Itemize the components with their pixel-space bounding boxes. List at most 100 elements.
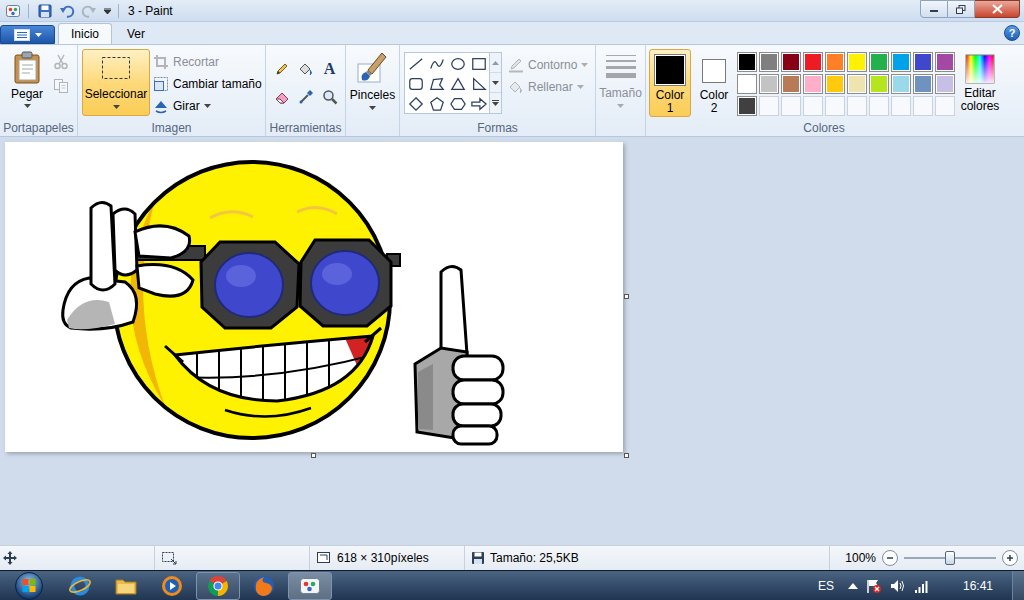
resize-handle-corner[interactable] <box>624 453 629 458</box>
clipboard-tool-button[interactable] <box>52 53 70 71</box>
paste-button[interactable]: Pegar <box>6 50 48 108</box>
ribbon-tab[interactable]: Ver <box>114 23 158 44</box>
palette-swatch[interactable] <box>803 96 823 116</box>
show-desktop-button[interactable] <box>1012 571 1024 600</box>
palette-swatch[interactable] <box>891 96 911 116</box>
palette-swatch[interactable] <box>737 74 757 94</box>
palette-swatch[interactable] <box>869 96 889 116</box>
taskbar-button[interactable] <box>196 572 240 600</box>
taskbar-button[interactable] <box>104 572 148 600</box>
close-button[interactable] <box>975 0 1020 18</box>
palette-swatch[interactable] <box>913 52 933 72</box>
brushes-button[interactable]: Pinceles <box>350 50 395 120</box>
shape-button[interactable] <box>447 54 468 74</box>
quick-access-button[interactable] <box>34 2 56 20</box>
edit-colors-button[interactable]: Editar colores <box>958 49 1002 113</box>
palette-swatch[interactable] <box>869 74 889 94</box>
file-menu-button[interactable] <box>0 25 55 44</box>
show-hidden-icons-icon[interactable] <box>848 582 858 590</box>
palette-swatch[interactable] <box>913 96 933 116</box>
input-language[interactable]: ES <box>818 577 834 595</box>
color1-button[interactable]: Color 1 <box>649 49 691 117</box>
palette-swatch[interactable] <box>781 74 801 94</box>
palette-swatch[interactable] <box>803 52 823 72</box>
tool-button[interactable] <box>271 86 293 108</box>
scroll-up-button[interactable] <box>490 53 501 73</box>
shape-button[interactable] <box>405 94 426 114</box>
canvas-size-cell: 618 × 310píxeles <box>310 546 465 570</box>
palette-swatch[interactable] <box>759 96 779 116</box>
maximize-button[interactable] <box>948 0 975 18</box>
clock[interactable]: 16:41 <box>948 577 1008 595</box>
image-command[interactable]: Girar <box>153 95 264 117</box>
resize-handle-bottom[interactable] <box>311 453 316 458</box>
palette-swatch[interactable] <box>803 74 823 94</box>
palette-swatch[interactable] <box>913 74 933 94</box>
palette-swatch[interactable] <box>847 52 867 72</box>
shape-button[interactable] <box>426 74 447 94</box>
start-button[interactable] <box>0 571 58 600</box>
ribbon-tab[interactable]: Inicio <box>58 23 112 44</box>
shape-button[interactable] <box>405 54 426 74</box>
quick-access-button[interactable] <box>78 2 100 20</box>
shape-button[interactable] <box>468 94 489 114</box>
color2-button[interactable]: Color 2 <box>694 49 734 117</box>
drawing-canvas[interactable] <box>5 142 623 452</box>
zoom-slider-track[interactable] <box>904 550 996 566</box>
taskbar-button[interactable] <box>58 572 102 600</box>
taskbar-button[interactable] <box>150 572 194 600</box>
app-menu[interactable] <box>0 3 23 19</box>
palette-swatch[interactable] <box>935 52 955 72</box>
image-command[interactable]: Cambiar tamaño <box>153 73 264 95</box>
tool-button[interactable] <box>295 58 317 80</box>
palette-swatch[interactable] <box>935 96 955 116</box>
minimize-button[interactable] <box>920 0 948 18</box>
palette-swatch[interactable] <box>759 52 779 72</box>
palette-swatch[interactable] <box>891 74 911 94</box>
palette-swatch[interactable] <box>847 74 867 94</box>
scroll-down-button[interactable] <box>490 73 501 93</box>
zoom-in-button[interactable] <box>1002 550 1018 566</box>
palette-swatch[interactable] <box>825 96 845 116</box>
palette-swatch[interactable] <box>825 74 845 94</box>
clipboard-tool-button[interactable] <box>52 77 70 95</box>
shape-button[interactable] <box>426 94 447 114</box>
select-button[interactable]: Seleccionar <box>82 49 150 116</box>
taskbar-button[interactable] <box>242 572 286 600</box>
outline-button[interactable]: Contorno <box>508 54 588 76</box>
zoom-out-button[interactable] <box>882 550 898 566</box>
taskbar-button[interactable] <box>288 572 332 600</box>
fill-button[interactable]: Rellenar <box>508 76 588 98</box>
zoom-slider-thumb[interactable] <box>945 551 955 565</box>
palette-swatch[interactable] <box>847 96 867 116</box>
quick-access-customize[interactable] <box>100 2 114 20</box>
shape-button[interactable] <box>468 54 489 74</box>
quick-access-button[interactable] <box>56 2 78 20</box>
tool-button[interactable] <box>271 58 293 80</box>
palette-swatch[interactable] <box>891 52 911 72</box>
resize-handle-right[interactable] <box>624 294 629 299</box>
palette-swatch[interactable] <box>781 52 801 72</box>
gallery-more-button[interactable] <box>490 93 501 113</box>
shape-button[interactable] <box>468 74 489 94</box>
tool-button[interactable] <box>319 86 341 108</box>
image-command[interactable]: Recortar <box>153 51 264 73</box>
network-signal-icon[interactable] <box>914 578 930 594</box>
shape-button[interactable] <box>447 94 468 114</box>
palette-swatch[interactable] <box>759 74 779 94</box>
action-center-icon[interactable] <box>866 578 882 594</box>
size-button[interactable]: Tamaño <box>596 45 645 120</box>
tool-button[interactable]: A <box>319 58 341 80</box>
palette-swatch[interactable] <box>737 96 757 116</box>
palette-swatch[interactable] <box>737 52 757 72</box>
shape-button[interactable] <box>447 74 468 94</box>
palette-swatch[interactable] <box>869 52 889 72</box>
palette-swatch[interactable] <box>781 96 801 116</box>
palette-swatch[interactable] <box>935 74 955 94</box>
help-button[interactable]: ? <box>1004 25 1020 41</box>
volume-icon[interactable] <box>890 578 906 594</box>
shape-button[interactable] <box>426 54 447 74</box>
tool-button[interactable] <box>295 86 317 108</box>
palette-swatch[interactable] <box>825 52 845 72</box>
shape-button[interactable] <box>405 74 426 94</box>
